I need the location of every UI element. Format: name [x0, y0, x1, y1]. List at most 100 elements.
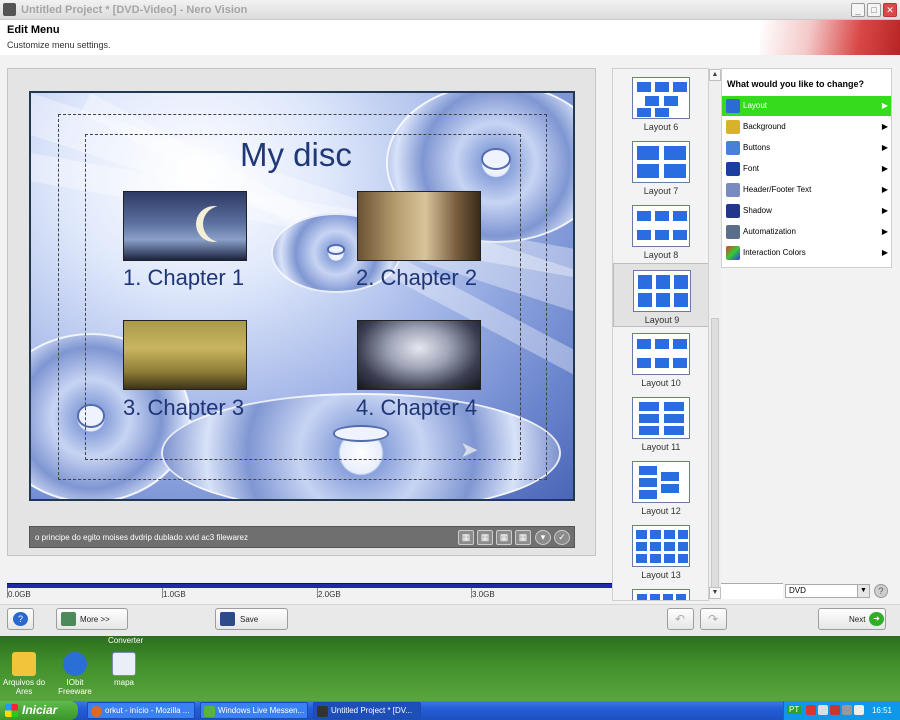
capacity-info-box: [721, 583, 783, 599]
save-button[interactable]: Save: [215, 608, 288, 630]
chapter-1-label[interactable]: 1. Chapter 1: [123, 265, 244, 291]
scroll-thumb[interactable]: [711, 318, 719, 588]
disc-type-value: DVD: [789, 586, 806, 595]
play-preview-icon[interactable]: ▾: [535, 530, 551, 545]
next-button[interactable]: Next ➜: [818, 608, 886, 630]
scroll-down-icon[interactable]: ▼: [709, 587, 721, 599]
layout-9-label: Layout 9: [644, 315, 680, 325]
automatization-icon: [726, 225, 740, 239]
layout-13-option[interactable]: Layout 13: [613, 519, 709, 583]
layout-8-option[interactable]: Layout 8: [613, 199, 709, 263]
layout-10-option[interactable]: Layout 10: [613, 327, 709, 391]
option-shadow[interactable]: Shadow ▶: [722, 201, 891, 221]
taskbar-item-messenger[interactable]: Windows Live Messen...: [200, 702, 308, 719]
maximize-button[interactable]: □: [867, 3, 881, 17]
minimize-button[interactable]: _: [851, 3, 865, 17]
app-icon: [3, 3, 16, 16]
redo-button[interactable]: ↷: [700, 608, 727, 630]
capacity-help-icon[interactable]: ?: [874, 584, 888, 598]
disc-type-select[interactable]: DVD ▼: [785, 584, 870, 598]
start-button[interactable]: Iniciar: [0, 701, 78, 720]
edit-chapter-icon[interactable]: ▦: [477, 530, 493, 545]
desktop-icon-iobit-freeware[interactable]: IObit Freeware: [55, 652, 95, 696]
chapter-4-label[interactable]: 4. Chapter 4: [356, 395, 477, 421]
layout-7-preview: [632, 141, 690, 183]
layout-6-option[interactable]: Layout 6: [613, 71, 709, 135]
submenu-arrow-icon: ▶: [881, 248, 888, 257]
layout-7-option[interactable]: Layout 7: [613, 135, 709, 199]
volume-icon[interactable]: [854, 705, 864, 715]
layout-9-option[interactable]: Layout 9: [613, 263, 709, 327]
layout-9-preview: [633, 270, 691, 312]
chevron-down-icon[interactable]: ▼: [857, 585, 869, 597]
chapter-4-thumbnail[interactable]: [357, 320, 481, 390]
option-font[interactable]: Font ▶: [722, 159, 891, 179]
nero-icon: [317, 706, 328, 717]
window-title-bar[interactable]: Untitled Project * [DVD-Video] - Nero Vi…: [0, 0, 900, 20]
desktop: Converter Arquivos do Ares IObit Freewar…: [0, 636, 900, 701]
tray-icon[interactable]: [818, 705, 828, 715]
taskbar-item-firefox[interactable]: orkut - início - Mozilla ...: [87, 702, 195, 719]
next-page-arrow-icon[interactable]: ➤: [460, 437, 478, 463]
window-title: Untitled Project * [DVD-Video] - Nero Vi…: [21, 4, 248, 16]
tray-icon[interactable]: [842, 705, 852, 715]
language-indicator[interactable]: PT: [787, 705, 802, 714]
option-buttons[interactable]: Buttons ▶: [722, 138, 891, 158]
title-list-icon[interactable]: ▦: [515, 530, 531, 545]
moon-graphic: [203, 206, 239, 242]
layout-12-label: Layout 12: [641, 506, 681, 516]
submenu-arrow-icon: ▶: [881, 122, 888, 131]
chapter-2-thumbnail[interactable]: [357, 191, 481, 261]
submenu-arrow-icon: ▶: [881, 101, 888, 110]
add-chapter-icon[interactable]: ▦: [458, 530, 474, 545]
buttons-icon: [726, 141, 740, 155]
menu-title[interactable]: My disc: [240, 136, 352, 174]
help-button[interactable]: ?: [7, 608, 34, 630]
layout-10-preview: [632, 333, 690, 375]
tray-icon[interactable]: [806, 705, 816, 715]
layout-6-label: Layout 6: [643, 122, 679, 132]
submenu-arrow-icon: ▶: [881, 185, 888, 194]
desktop-icon-mapa[interactable]: mapa: [106, 652, 142, 687]
tray-icon[interactable]: [830, 705, 840, 715]
firefox-icon: [91, 706, 102, 717]
layout-gallery[interactable]: Layout 6 Layout 7 Layout 8 Layout 9 Layo…: [612, 68, 721, 601]
option-automatization[interactable]: Automatization ▶: [722, 222, 891, 242]
layout-11-option[interactable]: Layout 11: [613, 391, 709, 455]
preview-status-strip: o principe do egito moises dvdrip dublad…: [29, 526, 575, 548]
layout-7-label: Layout 7: [643, 186, 679, 196]
layout-8-label: Layout 8: [643, 250, 679, 260]
close-button[interactable]: ✕: [883, 3, 897, 17]
option-layout[interactable]: Layout ▶: [722, 96, 891, 116]
capacity-label: 3.0GB: [472, 590, 495, 599]
undo-icon: ↶: [675, 612, 686, 626]
layout-14-option-partial[interactable]: [613, 583, 709, 600]
shadow-icon: [726, 204, 740, 218]
chapter-3-label[interactable]: 3. Chapter 3: [123, 395, 244, 421]
more-button[interactable]: More >>: [56, 608, 128, 630]
layout-11-label: Layout 11: [641, 442, 681, 452]
system-tray: PT 16:51: [783, 701, 900, 720]
interaction-colors-icon: [726, 246, 740, 260]
undo-button[interactable]: ↶: [667, 608, 694, 630]
chapter-2-label[interactable]: 2. Chapter 2: [356, 265, 477, 291]
layout-scrollbar[interactable]: ▲ ▼: [708, 68, 721, 601]
info-icon: [63, 652, 87, 676]
confirm-icon[interactable]: ✓: [554, 530, 570, 545]
layout-12-option[interactable]: Layout 12: [613, 455, 709, 519]
chapter-list-icon[interactable]: ▦: [496, 530, 512, 545]
change-panel-title: What would you like to change?: [727, 79, 865, 89]
next-arrow-icon: ➜: [869, 612, 884, 626]
option-header-footer-text[interactable]: Header/Footer Text ▶: [722, 180, 891, 200]
scroll-up-icon[interactable]: ▲: [709, 69, 721, 81]
submenu-arrow-icon: ▶: [881, 164, 888, 173]
bottom-toolbar: [0, 604, 900, 636]
page-header: Edit Menu Customize menu settings.: [0, 20, 900, 55]
chapter-3-thumbnail[interactable]: [123, 320, 247, 390]
layout-12-preview: [632, 461, 690, 503]
desktop-icon-arquivos-do-ares[interactable]: Arquivos do Ares: [2, 652, 46, 696]
taskbar-item-nero-vision[interactable]: Untitled Project * [DV...: [313, 702, 421, 719]
option-interaction-colors[interactable]: Interaction Colors ▶: [722, 243, 891, 263]
layout-13-preview: [632, 525, 690, 567]
option-background[interactable]: Background ▶: [722, 117, 891, 137]
